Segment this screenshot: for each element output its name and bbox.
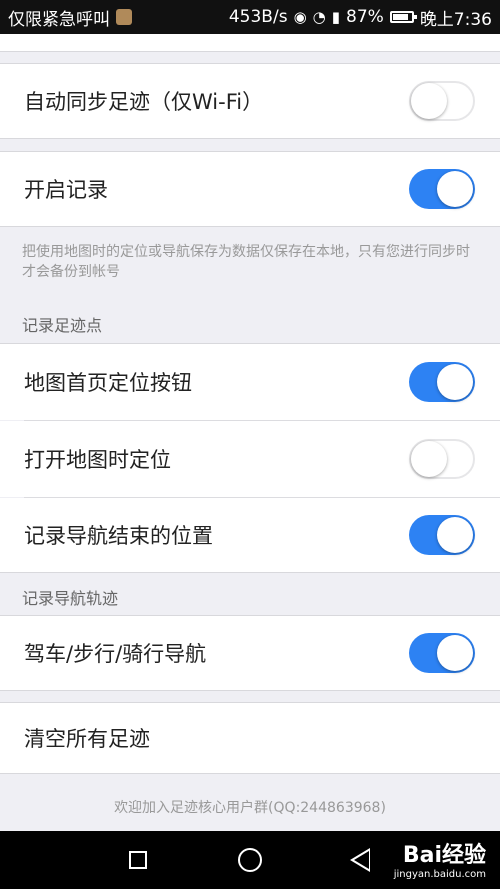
- record-description: 把使用地图时的定位或导航保存为数据仅保存在本地，只有您进行同步时才会备份到帐号: [22, 244, 470, 280]
- nav-end-position-label: 记录导航结束的位置: [24, 524, 213, 548]
- footer-user-group-text: 欢迎加入足迹核心用户群(QQ:244863968): [114, 800, 386, 816]
- eye-icon: ◉: [293, 8, 307, 26]
- drive-walk-ride-row[interactable]: 驾车/步行/骑行导航: [0, 616, 500, 690]
- enable-record-label: 开启记录: [24, 178, 108, 202]
- battery-icon: [389, 11, 417, 23]
- card-border: [0, 773, 500, 774]
- card-border: [0, 138, 500, 139]
- drive-walk-ride-label: 驾车/步行/骑行导航: [24, 642, 207, 666]
- open-map-locate-toggle[interactable]: [409, 439, 475, 479]
- nav-end-position-row[interactable]: 记录导航结束的位置: [0, 498, 500, 572]
- map-home-locate-label: 地图首页定位按钮: [24, 371, 192, 395]
- card-border: [0, 690, 500, 691]
- status-bar: 仅限紧急呼叫 453B/s ◉ ◔ ▮ 87% 晚上7:36: [0, 0, 500, 34]
- open-map-locate-row[interactable]: 打开地图时定位: [0, 421, 500, 497]
- enable-record-row[interactable]: 开启记录: [0, 152, 500, 226]
- network-speed: 453B/s: [228, 7, 288, 27]
- emergency-call-text: 仅限紧急呼叫: [8, 9, 110, 30]
- card-border: [0, 51, 500, 52]
- drive-walk-ride-toggle[interactable]: [409, 633, 475, 673]
- app-notification-icon: [116, 9, 132, 25]
- wifi-icon: ◔: [312, 8, 326, 26]
- section-header-points: 记录足迹点: [22, 316, 103, 335]
- previous-card-bottom: [0, 34, 500, 51]
- clear-all-button[interactable]: 清空所有足迹: [0, 703, 500, 773]
- baidu-jingyan-watermark: Bai经验 jingyan.baidu.com: [394, 837, 486, 880]
- signal-icon: ▮: [331, 8, 341, 26]
- battery-percent: 87%: [346, 7, 384, 27]
- card-border: [0, 226, 500, 227]
- clear-all-label: 清空所有足迹: [24, 727, 150, 751]
- open-map-locate-label: 打开地图时定位: [24, 448, 171, 472]
- watermark-url-text: jingyan.baidu.com: [393, 869, 486, 880]
- auto-sync-label: 自动同步足迹（仅Wi-Fi）: [24, 90, 264, 114]
- auto-sync-toggle[interactable]: [409, 81, 475, 121]
- card-border: [0, 572, 500, 573]
- home-icon[interactable]: [238, 848, 262, 872]
- nav-end-position-toggle[interactable]: [409, 515, 475, 555]
- map-home-locate-row[interactable]: 地图首页定位按钮: [0, 344, 500, 420]
- auto-sync-row[interactable]: 自动同步足迹（仅Wi-Fi）: [0, 64, 500, 138]
- section-header-tracks: 记录导航轨迹: [22, 589, 119, 608]
- navigation-bar: Bai经验 jingyan.baidu.com: [0, 831, 500, 889]
- back-icon-inner: [354, 851, 369, 869]
- watermark-main-text: Bai经验: [402, 843, 486, 868]
- recent-apps-icon[interactable]: [129, 851, 147, 869]
- enable-record-toggle[interactable]: [409, 169, 475, 209]
- clock-time: 晚上7:36: [419, 9, 492, 30]
- map-home-locate-toggle[interactable]: [409, 362, 475, 402]
